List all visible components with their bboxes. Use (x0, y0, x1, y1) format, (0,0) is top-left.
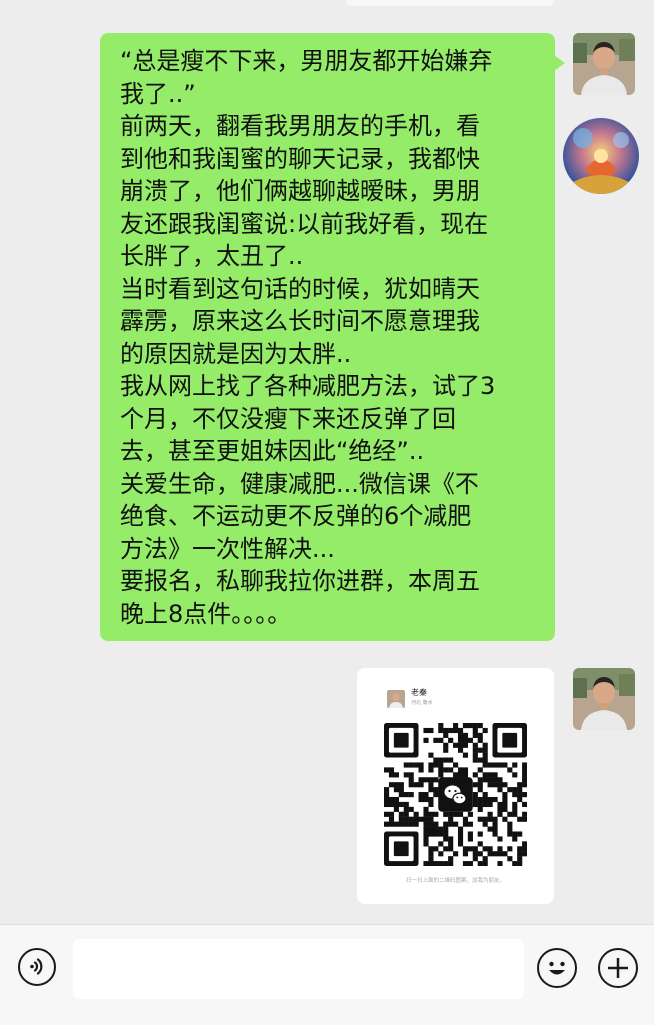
wechat-logo-icon (438, 777, 473, 812)
message-input[interactable] (73, 939, 524, 999)
previous-message-edge (346, 0, 554, 6)
chat-input-bar (0, 924, 654, 1025)
message-line: 的原因就是因为太胖.. (120, 339, 352, 368)
message-line: 当时看到这句话的时候，犹如晴天 (120, 274, 480, 303)
participant-avatar[interactable] (563, 118, 639, 194)
emoji-icon (549, 961, 565, 975)
qr-code-image (384, 723, 527, 866)
plus-button[interactable] (598, 948, 638, 988)
qr-card-caption: 扫一扫上面的二维码图案，加我为朋友。 (405, 878, 505, 884)
message-line: 去，甚至更姐妹因此“绝经”.. (120, 437, 425, 465)
message-line: 晚上8点件。。。。 (120, 599, 292, 628)
message-line: 到他和我闺蜜的聊天记录，我都快 (120, 144, 480, 173)
qr-code-card[interactable]: 老秦 河北 衡水 扫一扫上面的二维码图案，加我为朋友。 (357, 668, 554, 904)
voice-icon (30, 958, 43, 975)
emoji-button[interactable] (537, 948, 577, 988)
message-line: 前两天，翻看我男朋友的手机，看 (120, 112, 480, 140)
message-line: 长胖了，太丑了.. (120, 242, 304, 270)
message-line: 我从网上找了各种减肥方法，试了3 (120, 372, 496, 400)
voice-button[interactable] (18, 948, 56, 986)
qr-card-avatar (387, 690, 405, 708)
message-line: “总是瘦不下来，男朋友都开始嫌弃 (120, 47, 493, 75)
message-line: 霹雳，原来这么长时间不愿意理我 (120, 307, 480, 335)
message-bubble[interactable]: “总是瘦不下来，男朋友都开始嫌弃 我了..” 前两天，翻看我男朋友的手机，看 到他和我… (100, 33, 565, 641)
qr-card-location: 河北 衡水 (411, 700, 433, 706)
sender-avatar-2[interactable] (573, 668, 635, 730)
message-line: 个月，不仅没瘦下来还反弹了回 (120, 404, 456, 433)
message-line: 友还跟我闺蜜说:以前我好看，现在 (120, 209, 489, 238)
plus-icon (608, 958, 628, 978)
message-line: 崩溃了，他们俩越聊越暧昧，男朋 (120, 177, 480, 205)
sender-avatar[interactable] (573, 33, 635, 95)
message-line: 关爱生命，健康减肥...微信课《不 (120, 469, 479, 498)
message-line: 方法》一次性解决... (120, 534, 335, 563)
message-line: 绝食、不运动更不反弹的6个减肥 (120, 502, 472, 530)
message-line: 要报名，私聊我拉你进群，本周五 (120, 567, 480, 595)
qr-card-name: 老秦 (411, 688, 427, 697)
message-line: 我了..” (120, 79, 196, 108)
